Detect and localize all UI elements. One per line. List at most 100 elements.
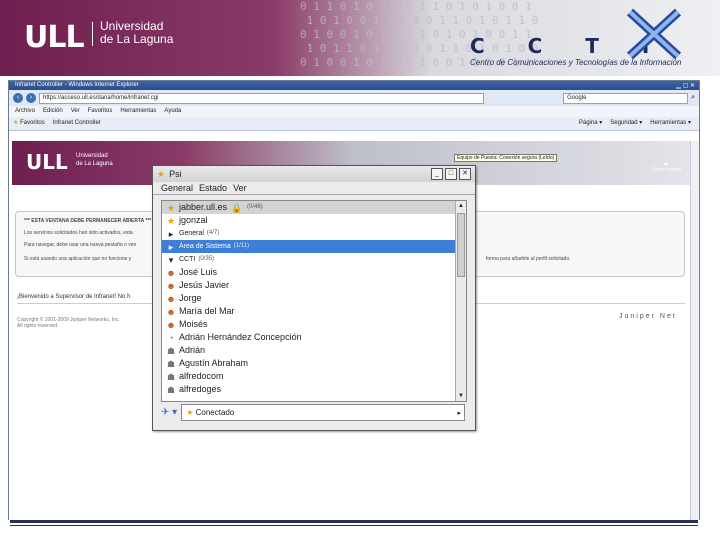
juniper-logo: Juniper Net xyxy=(619,313,677,320)
close-icon[interactable]: ✕ xyxy=(459,168,471,180)
page-university-name: Universidad de La Laguna xyxy=(76,152,113,168)
contact-item[interactable]: ☗ alfredocom xyxy=(162,370,466,383)
psi-window-controls: _ □ ✕ xyxy=(431,168,475,180)
psi-menu-bar: General Estado Ver xyxy=(153,182,475,195)
address-toolbar: ‹ › https://acceso.ull.es/dana/home/infr… xyxy=(9,90,699,106)
self-name: jgonzal xyxy=(179,215,208,225)
psi-titlebar: ★ Psi _ □ ✕ xyxy=(153,166,475,182)
offline-contact-icon: ☗ xyxy=(166,358,176,369)
tools-menu[interactable]: Herramientas ▾ xyxy=(650,117,691,130)
contact-item[interactable]: ☻ José Luis xyxy=(162,266,466,279)
copyright-line2: All rights reserved. xyxy=(17,323,59,329)
status-select[interactable]: ★ Conectado ▸ xyxy=(181,404,465,421)
sign-out-label: Cerrar sesión xyxy=(650,167,681,173)
address-input[interactable]: https://acceso.ull.es/dana/home/infranet… xyxy=(39,92,484,104)
offline-contact-icon: ☗ xyxy=(166,371,176,382)
online-icon: ★ xyxy=(166,215,176,226)
contact-item[interactable]: ☻ Jorge xyxy=(162,292,466,305)
group-row[interactable]: ▾ CCTI (0/35) xyxy=(162,253,466,266)
psi-menu-button[interactable]: ✈ ▾ xyxy=(161,407,177,418)
account-row[interactable]: ★ jabber.ull.es 🔒 (0/48) xyxy=(162,201,466,214)
contact-item[interactable]: ☻ María del Mar xyxy=(162,305,466,318)
online-contact-icon: ☻ xyxy=(166,306,176,317)
page-scrollbar[interactable] xyxy=(690,141,699,521)
logo-divider xyxy=(92,22,93,46)
favorites-bar: ★ Favoritos Infranet Controller Página ▾… xyxy=(9,117,699,131)
page-name-line2: de La Laguna xyxy=(76,161,113,167)
contact-name: alfredocom xyxy=(179,371,224,381)
page-menu[interactable]: Página ▾ xyxy=(579,117,602,130)
contact-name: Jesús Javier xyxy=(179,280,230,290)
self-contact[interactable]: ★ jgonzal xyxy=(162,214,466,227)
psi-logo-icon: ★ xyxy=(157,168,166,179)
contact-name: Jorge xyxy=(179,293,202,303)
menu-ayuda[interactable]: Ayuda xyxy=(164,106,181,117)
psi-bottom-bar: ✈ ▾ ★ Conectado ▸ xyxy=(161,404,465,421)
contact-item[interactable]: ☻ Moisés xyxy=(162,318,466,331)
away-contact-icon: ◔ xyxy=(168,332,174,343)
tooltip: Equipo de Puesta: Conexión segura (Leído… xyxy=(454,154,558,162)
menu-archivo[interactable]: Archivo xyxy=(15,106,35,117)
star-icon: ★ xyxy=(13,120,19,126)
group-row[interactable]: ▸ General (4/7) xyxy=(162,227,466,240)
window-controls[interactable]: ▁ ▢ ✕ xyxy=(676,82,695,91)
contact-item[interactable]: ☗ alfredoges xyxy=(162,383,466,396)
group-count: (1/11) xyxy=(233,243,249,249)
psi-title: Psi xyxy=(169,169,182,179)
menu-edicion[interactable]: Edición xyxy=(43,106,63,117)
contact-name: Agustín Abraham xyxy=(179,358,249,368)
contact-name: Adrián Hernández Concepción xyxy=(179,332,302,342)
footer-line xyxy=(10,520,698,523)
page-name-line1: Universidad xyxy=(76,153,108,159)
minimize-icon[interactable]: _ xyxy=(431,168,443,180)
menu-herramientas[interactable]: Herramientas xyxy=(120,106,156,117)
contact-item[interactable]: ☗ Agustín Abraham xyxy=(162,357,466,370)
account-star-icon: ★ xyxy=(166,202,176,213)
back-icon[interactable]: ‹ xyxy=(13,93,23,103)
ccti-mark-icon xyxy=(626,8,682,60)
lock-icon: 🔒 xyxy=(231,202,243,213)
security-menu[interactable]: Seguridad ▾ xyxy=(610,117,642,130)
psi-menu-general[interactable]: General xyxy=(161,182,193,194)
footer-line xyxy=(10,525,698,526)
contact-item[interactable]: ☻ Jesús Javier xyxy=(162,279,466,292)
account-count: (0/48) xyxy=(247,204,263,210)
message-line: Si está usando una aplicación que no fun… xyxy=(24,256,132,262)
slide-footer-lines xyxy=(0,520,700,540)
favorites-button[interactable]: ★ Favoritos xyxy=(13,117,45,130)
message-line-right: forma para añadirle al perfil solicitado… xyxy=(486,256,571,262)
contact-item[interactable]: ◔ Adrián Hernández Concepción xyxy=(162,331,466,344)
group-name: Área de Sistema xyxy=(179,243,231,250)
browser-tab[interactable]: Infranet Controller xyxy=(53,117,101,130)
status-label: Conectado xyxy=(195,408,235,417)
menu-ver[interactable]: Ver xyxy=(71,106,80,117)
welcome-text: ¡Bienvenido a Supervisor de Infranet! No… xyxy=(17,294,131,300)
online-contact-icon: ☻ xyxy=(166,293,176,304)
scroll-thumb[interactable] xyxy=(457,213,465,277)
menu-favoritos[interactable]: Favoritos xyxy=(88,106,113,117)
chevron-down-icon: ▸ xyxy=(457,409,461,417)
search-icon[interactable]: ⌕ xyxy=(691,94,695,102)
offline-contact-icon: ☗ xyxy=(166,384,176,395)
contact-item[interactable]: ☗ Adrián xyxy=(162,344,466,357)
contact-name: Adrián xyxy=(179,345,206,355)
roster-scrollbar[interactable]: ▲ ▼ xyxy=(455,201,466,401)
contact-name: alfredoges xyxy=(179,384,222,394)
message-line: Para navegar, debe usar una nueva pestañ… xyxy=(24,242,137,248)
scroll-down-icon[interactable]: ▼ xyxy=(456,391,466,401)
psi-menu-ver[interactable]: Ver xyxy=(233,182,247,194)
group-collapsed-icon: ▸ xyxy=(168,228,174,239)
group-name: CCTI xyxy=(179,256,196,263)
forward-icon[interactable]: › xyxy=(26,93,36,103)
sign-out-button[interactable]: ⏏ Cerrar sesión xyxy=(648,161,684,173)
scroll-up-icon[interactable]: ▲ xyxy=(456,201,466,211)
contact-name: José Luis xyxy=(179,267,218,277)
group-row-selected[interactable]: ▸ Área de Sistema (1/11) xyxy=(162,240,466,253)
contact-roster: ★ jabber.ull.es 🔒 (0/48) ★ jgonzal ▸ Gen… xyxy=(161,200,467,402)
maximize-icon[interactable]: □ xyxy=(445,168,457,180)
search-input[interactable]: Google xyxy=(563,92,689,104)
group-count: (4/7) xyxy=(206,230,220,236)
psi-menu-estado[interactable]: Estado xyxy=(199,182,227,194)
menu-bar: Archivo Edición Ver Favoritos Herramient… xyxy=(9,106,699,117)
offline-contact-icon: ☗ xyxy=(166,345,176,356)
